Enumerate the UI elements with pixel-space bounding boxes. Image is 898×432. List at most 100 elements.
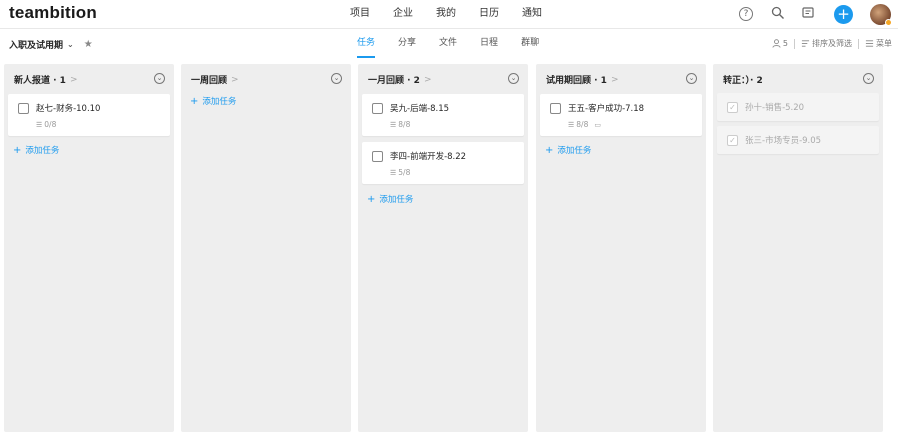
column-title: 转正：）· 2 bbox=[723, 76, 763, 86]
subtask-count: 8/8 bbox=[398, 120, 411, 129]
column-menu-icon[interactable]: ⌄ bbox=[508, 73, 519, 84]
task-title: 孙十-销售-5.20 bbox=[745, 103, 805, 113]
add-task-label: 添加任务 bbox=[379, 195, 414, 205]
subtask-list-icon: ☰ bbox=[390, 168, 397, 177]
subtask-list-icon: ☰ bbox=[390, 120, 397, 129]
tab-tasks[interactable]: 任务 bbox=[357, 29, 376, 58]
status-dot bbox=[885, 19, 892, 26]
notes-icon[interactable] bbox=[800, 6, 816, 22]
add-task-label: 添加任务 bbox=[202, 97, 237, 107]
checked-checkbox-icon[interactable]: ✓ bbox=[727, 135, 738, 146]
add-task-label: 添加任务 bbox=[557, 146, 592, 156]
top-navbar: teambition 项目 企业 我的 日历 通知 ? + bbox=[0, 0, 898, 29]
task-card[interactable]: 赵七-财务-10.10 ☰ 0/8 bbox=[8, 94, 170, 136]
task-checkbox[interactable] bbox=[18, 103, 29, 114]
column-one-week-review: 一周回顾 > ⌄ + 添加任务 bbox=[181, 64, 351, 432]
nav-item-notifications[interactable]: 通知 bbox=[522, 8, 542, 20]
menu-button[interactable]: 菜单 bbox=[865, 38, 892, 49]
task-checkbox[interactable] bbox=[550, 103, 561, 114]
nav-item-mine[interactable]: 我的 bbox=[436, 8, 456, 20]
column-header[interactable]: 试用期回顾 · 1 > bbox=[546, 73, 619, 87]
column-header[interactable]: 转正：）· 2 bbox=[723, 73, 763, 86]
column-menu-icon[interactable]: ⌄ bbox=[331, 73, 342, 84]
plus-icon: + bbox=[545, 145, 554, 156]
subtask-list-icon: ☰ bbox=[36, 120, 43, 129]
sort-filter-label: 排序及筛选 bbox=[812, 39, 852, 48]
chevron-right-icon: > bbox=[231, 74, 239, 85]
project-name: 入职及试用期 bbox=[9, 41, 64, 51]
column-header[interactable]: 一周回顾 > bbox=[191, 73, 239, 87]
task-title: 张三-市场专员-9.05 bbox=[745, 136, 822, 146]
column-title: 试用期回顾 · 1 bbox=[546, 76, 607, 86]
plus-icon: + bbox=[13, 145, 22, 156]
column-title: 一月回顾 · 2 bbox=[368, 76, 420, 86]
sort-icon bbox=[801, 40, 810, 47]
subtask-count: 5/8 bbox=[398, 168, 411, 177]
menu-label: 菜单 bbox=[876, 39, 892, 48]
toolbar-actions: 5 排序及筛选 菜单 bbox=[772, 38, 892, 49]
column-menu-icon[interactable]: ⌄ bbox=[154, 73, 165, 84]
task-meta: ☰ 8/8 ▭ bbox=[568, 120, 601, 129]
add-task-label: 添加任务 bbox=[25, 146, 60, 156]
add-task-button[interactable]: + 添加任务 bbox=[190, 95, 236, 107]
column-regularized: 转正：）· 2 ⌄ ✓ 孙十-销售-5.20 ✓ 张三-市场专员-9.05 bbox=[713, 64, 883, 432]
task-checkbox[interactable] bbox=[372, 103, 383, 114]
add-task-button[interactable]: + 添加任务 bbox=[13, 144, 59, 156]
task-card-done[interactable]: ✓ 孙十-销售-5.20 bbox=[717, 93, 879, 121]
kanban-board: 新人报道 · 1 > ⌄ 赵七-财务-10.10 ☰ 0/8 + 添加任务 一周回顾 >… bbox=[0, 58, 898, 432]
task-card[interactable]: 王五-客户成功-7.18 ☰ 8/8 ▭ bbox=[540, 94, 702, 136]
column-title: 一周回顾 bbox=[191, 76, 228, 86]
subtask-list-icon: ☰ bbox=[568, 120, 575, 129]
members-icon bbox=[772, 39, 781, 48]
task-card[interactable]: 吴九-后端-8.15 ☰ 8/8 bbox=[362, 94, 524, 136]
add-task-button[interactable]: + 添加任务 bbox=[545, 144, 591, 156]
chevron-right-icon: > bbox=[610, 74, 619, 85]
comment-icon: ▭ bbox=[594, 120, 601, 129]
column-menu-icon[interactable]: ⌄ bbox=[863, 73, 874, 84]
chevron-right-icon: > bbox=[423, 74, 432, 85]
tab-group-chat[interactable]: 群聊 bbox=[521, 29, 539, 58]
chevron-right-icon: > bbox=[69, 74, 78, 85]
members-button[interactable]: 5 bbox=[772, 39, 788, 48]
divider bbox=[794, 38, 795, 49]
view-tabs: 任务 分享 文件 日程 群聊 bbox=[357, 29, 562, 58]
project-toolbar: 入职及试用期 ⌄ ★ 任务 分享 文件 日程 群聊 5 排序及筛选 菜单 bbox=[0, 29, 898, 58]
column-one-month-review: 一月回顾 · 2 > ⌄ 吴九-后端-8.15 ☰ 8/8 李四-前端开发-8.22… bbox=[358, 64, 528, 432]
chevron-down-icon: ⌄ bbox=[67, 40, 74, 49]
checked-checkbox-icon[interactable]: ✓ bbox=[727, 102, 738, 113]
task-meta: ☰ 0/8 bbox=[36, 120, 56, 129]
task-checkbox[interactable] bbox=[372, 151, 383, 162]
task-card-done[interactable]: ✓ 张三-市场专员-9.05 bbox=[717, 126, 879, 154]
task-title: 吴九-后端-8.15 bbox=[390, 104, 450, 114]
column-header[interactable]: 新人报道 · 1 > bbox=[14, 73, 78, 87]
tab-files[interactable]: 文件 bbox=[439, 29, 457, 58]
add-task-button[interactable]: + 添加任务 bbox=[367, 193, 413, 205]
sort-filter-button[interactable]: 排序及筛选 bbox=[801, 38, 852, 49]
column-header[interactable]: 一月回顾 · 2 > bbox=[368, 73, 432, 87]
create-plus-button[interactable]: + bbox=[834, 5, 853, 24]
search-icon[interactable] bbox=[770, 6, 786, 22]
avatar[interactable] bbox=[870, 4, 892, 26]
nav-item-projects[interactable]: 项目 bbox=[350, 8, 370, 20]
column-title: 新人报道 · 1 bbox=[14, 76, 66, 86]
project-title[interactable]: 入职及试用期 ⌄ ★ bbox=[9, 38, 93, 51]
column-menu-icon[interactable]: ⌄ bbox=[686, 73, 697, 84]
menu-icon bbox=[865, 40, 874, 47]
column-new-hire: 新人报道 · 1 > ⌄ 赵七-财务-10.10 ☰ 0/8 + 添加任务 bbox=[4, 64, 174, 432]
app-logo[interactable]: teambition bbox=[9, 3, 97, 23]
tab-share[interactable]: 分享 bbox=[398, 29, 416, 58]
members-count: 5 bbox=[782, 39, 788, 48]
main-nav: 项目 企业 我的 日历 通知 bbox=[350, 8, 565, 20]
task-card[interactable]: 李四-前端开发-8.22 ☰ 5/8 bbox=[362, 142, 524, 184]
column-probation-review: 试用期回顾 · 1 > ⌄ 王五-客户成功-7.18 ☰ 8/8 ▭ + 添加任务 bbox=[536, 64, 706, 432]
nav-item-calendar[interactable]: 日历 bbox=[479, 8, 499, 20]
plus-icon: + bbox=[190, 96, 199, 107]
star-icon[interactable]: ★ bbox=[84, 39, 93, 50]
tab-schedule[interactable]: 日程 bbox=[480, 29, 498, 58]
plus-icon: + bbox=[367, 194, 376, 205]
help-icon[interactable]: ? bbox=[739, 7, 753, 21]
nav-item-enterprise[interactable]: 企业 bbox=[393, 8, 413, 20]
subtask-count: 0/8 bbox=[44, 120, 57, 129]
task-meta: ☰ 5/8 bbox=[390, 168, 410, 177]
task-title: 王五-客户成功-7.18 bbox=[568, 104, 645, 114]
